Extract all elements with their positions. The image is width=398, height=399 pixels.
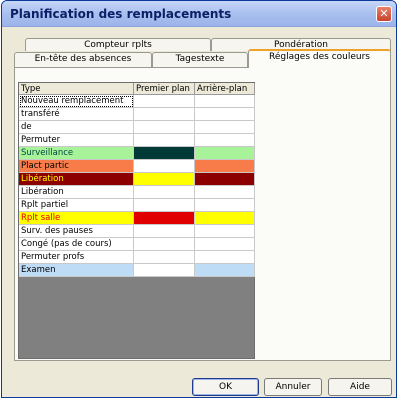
background-color-cell[interactable] [195,160,255,173]
column-header-premier-plan[interactable]: Premier plan [134,83,195,95]
type-cell[interactable]: Surv. des pauses [19,225,134,238]
background-color-cell[interactable] [195,95,255,108]
tab-compteur-rplts[interactable]: Compteur rplts [25,38,211,51]
table-row[interactable]: transféré [19,108,255,121]
table-row[interactable]: Libération [19,186,255,199]
foreground-color-cell[interactable] [134,95,195,108]
foreground-color-cell[interactable] [134,238,195,251]
background-color-cell[interactable] [195,134,255,147]
table-row[interactable]: Rplt partiel [19,199,255,212]
type-cell[interactable]: Permuter [19,134,134,147]
table-row[interactable]: Surveillance [19,147,255,160]
foreground-color-cell[interactable] [134,264,195,277]
type-cell[interactable]: Libération [19,173,134,186]
window-title: Planification des remplacements [10,7,232,21]
table-row[interactable]: Examen [19,264,255,277]
grid-header: Type Premier plan Arrière-plan [19,83,255,95]
type-cell[interactable]: Libération [19,186,134,199]
background-color-cell[interactable] [195,225,255,238]
background-color-cell[interactable] [195,238,255,251]
background-color-cell[interactable] [195,199,255,212]
annuler-button[interactable]: Annuler [264,378,322,396]
background-color-cell[interactable] [195,212,255,225]
background-color-cell[interactable] [195,121,255,134]
foreground-color-cell[interactable] [134,160,195,173]
column-header-type[interactable]: Type [19,83,134,95]
background-color-cell[interactable] [195,108,255,121]
title-bar: Planification des remplacements ✕ [2,1,396,27]
tab-en-tete-des-absences[interactable]: En-tête des absences [14,52,152,67]
foreground-color-cell[interactable] [134,173,195,186]
table-row[interactable]: Rplt salle [19,212,255,225]
table-row[interactable]: Nouveau remplacement [19,95,255,108]
background-color-cell[interactable] [195,264,255,277]
foreground-color-cell[interactable] [134,199,195,212]
type-cell[interactable]: Congé (pas de cours) [19,238,134,251]
table-row[interactable]: Congé (pas de cours) [19,238,255,251]
tab-tagestexte[interactable]: Tagestexte [152,52,248,67]
foreground-color-cell[interactable] [134,108,195,121]
foreground-color-cell[interactable] [134,147,195,160]
tab-reglages-des-couleurs[interactable]: Réglages des couleurs [248,49,391,68]
type-cell[interactable]: Nouveau remplacement [19,95,134,108]
foreground-color-cell[interactable] [134,121,195,134]
table-row[interactable]: Permuter profs [19,251,255,264]
ok-button[interactable]: OK [192,378,259,396]
column-header-arriere-plan[interactable]: Arrière-plan [195,83,255,95]
aide-button[interactable]: Aide [328,378,392,396]
table-row[interactable]: Plact partic [19,160,255,173]
type-cell[interactable]: Rplt partiel [19,199,134,212]
foreground-color-cell[interactable] [134,225,195,238]
close-icon[interactable]: ✕ [376,6,392,22]
table-row[interactable]: de [19,121,255,134]
background-color-cell[interactable] [195,147,255,160]
foreground-color-cell[interactable] [134,186,195,199]
dialog-window: Planification des remplacements ✕ Compte… [1,0,397,398]
type-cell[interactable]: Rplt salle [19,212,134,225]
type-cell[interactable]: de [19,121,134,134]
type-cell[interactable]: transféré [19,108,134,121]
background-color-cell[interactable] [195,173,255,186]
table-row[interactable]: Surv. des pauses [19,225,255,238]
table-row[interactable]: Libération [19,173,255,186]
background-color-cell[interactable] [195,251,255,264]
background-color-cell[interactable] [195,186,255,199]
type-cell[interactable]: Plact partic [19,160,134,173]
type-cell[interactable]: Permuter profs [19,251,134,264]
color-settings-grid: Type Premier plan Arrière-plan Nouveau r… [18,82,255,359]
type-cell[interactable]: Surveillance [19,147,134,160]
type-cell[interactable]: Examen [19,264,134,277]
foreground-color-cell[interactable] [134,134,195,147]
table-row[interactable]: Permuter [19,134,255,147]
foreground-color-cell[interactable] [134,251,195,264]
tab-panel: Type Premier plan Arrière-plan Nouveau r… [14,67,391,361]
foreground-color-cell[interactable] [134,212,195,225]
